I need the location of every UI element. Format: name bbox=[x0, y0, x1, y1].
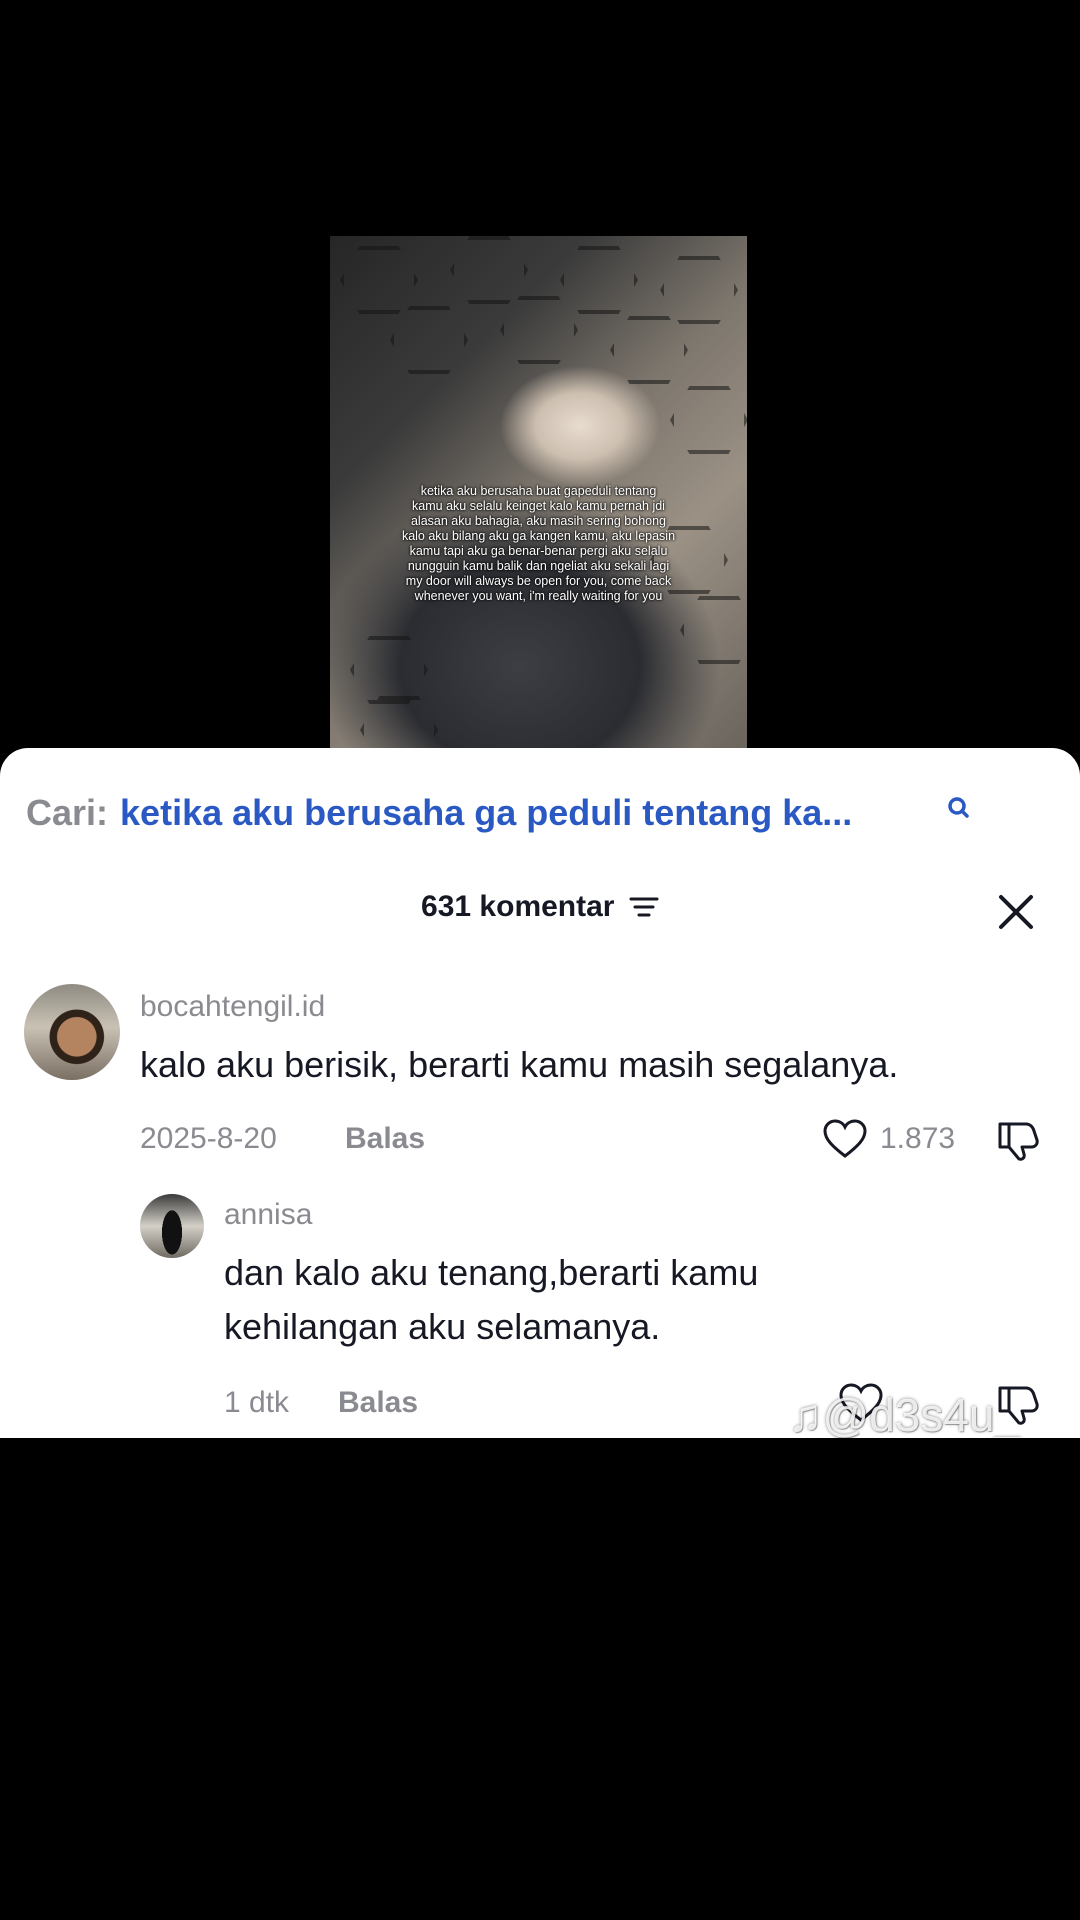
caption-line: kamu aku selalu keinget kalo kamu pernah… bbox=[412, 499, 665, 513]
comment-text-line: kehilangan aku selamanya. bbox=[224, 1306, 661, 1347]
comment-username[interactable]: annisa bbox=[224, 1198, 312, 1232]
caption-line: my door will always be open for you, com… bbox=[405, 574, 672, 588]
paving-tile bbox=[610, 316, 688, 384]
paving-tile bbox=[390, 306, 468, 374]
paving-tile bbox=[450, 236, 528, 304]
heart-icon[interactable] bbox=[822, 1118, 868, 1160]
watermark-handle: @d3s4u_ bbox=[822, 1389, 1021, 1438]
video-thumbnail[interactable]: ketika aku berusaha buat gapeduli tentan… bbox=[330, 236, 747, 748]
comments-sheet: Cari: ketika aku berusaha ga peduli tent… bbox=[0, 748, 1080, 1438]
caption-line: whenever you want, i'm really waiting fo… bbox=[414, 589, 663, 603]
close-icon[interactable] bbox=[996, 892, 1036, 932]
search-suggestion[interactable]: Cari: ketika aku berusaha ga peduli tent… bbox=[26, 788, 1054, 838]
reply-button[interactable]: Balas bbox=[345, 1122, 425, 1156]
paving-tile bbox=[340, 246, 418, 314]
paving-tile bbox=[680, 596, 747, 664]
caption-line: ketika aku berusaha buat gapeduli tentan… bbox=[420, 484, 657, 498]
video-caption: ketika aku berusaha buat gapeduli tentan… bbox=[336, 484, 741, 604]
comment-text: dan kalo aku tenang,berarti kamu kehilan… bbox=[224, 1246, 758, 1354]
caption-line: nungguin kamu balik dan ngeliat aku seka… bbox=[407, 559, 670, 573]
comment-count: 631 komentar bbox=[421, 890, 615, 923]
comment-date: 1 dtk bbox=[224, 1386, 290, 1419]
paving-tile bbox=[350, 636, 428, 704]
watermark: ♫@d3s4u_ bbox=[788, 1388, 1020, 1438]
tiktok-logo-icon: ♫ bbox=[788, 1389, 823, 1438]
comment-username[interactable]: bocahtengil.id bbox=[140, 990, 325, 1024]
search-icon[interactable] bbox=[944, 794, 974, 824]
paving-tile bbox=[560, 246, 638, 314]
like-count: 1.873 bbox=[880, 1122, 956, 1155]
sort-icon[interactable] bbox=[629, 895, 659, 919]
search-term[interactable]: ketika aku berusaha ga peduli tentang ka… bbox=[120, 792, 852, 834]
search-prefix: Cari: bbox=[26, 792, 109, 833]
comments-header: 631 komentar bbox=[0, 890, 1080, 940]
comment-text-line: dan kalo aku tenang,berarti kamu bbox=[224, 1252, 759, 1293]
caption-line: alasan aku bahagia, aku masih sering boh… bbox=[410, 514, 667, 528]
comment-date: 2025-8-20 bbox=[140, 1122, 277, 1155]
avatar[interactable] bbox=[24, 984, 120, 1080]
reply-button[interactable]: Balas bbox=[338, 1386, 418, 1420]
paving-tile bbox=[670, 386, 747, 454]
dislike-icon[interactable] bbox=[996, 1118, 1044, 1162]
paving-tile bbox=[660, 256, 738, 324]
caption-line: kalo aku bilang aku ga kangen kamu, aku … bbox=[401, 529, 676, 543]
caption-line: kamu tapi aku ga benar-benar pergi aku s… bbox=[409, 544, 668, 558]
paving-tile bbox=[500, 296, 578, 364]
comment-text: kalo aku berisik, berarti kamu masih seg… bbox=[140, 1044, 899, 1085]
avatar[interactable] bbox=[140, 1194, 204, 1258]
